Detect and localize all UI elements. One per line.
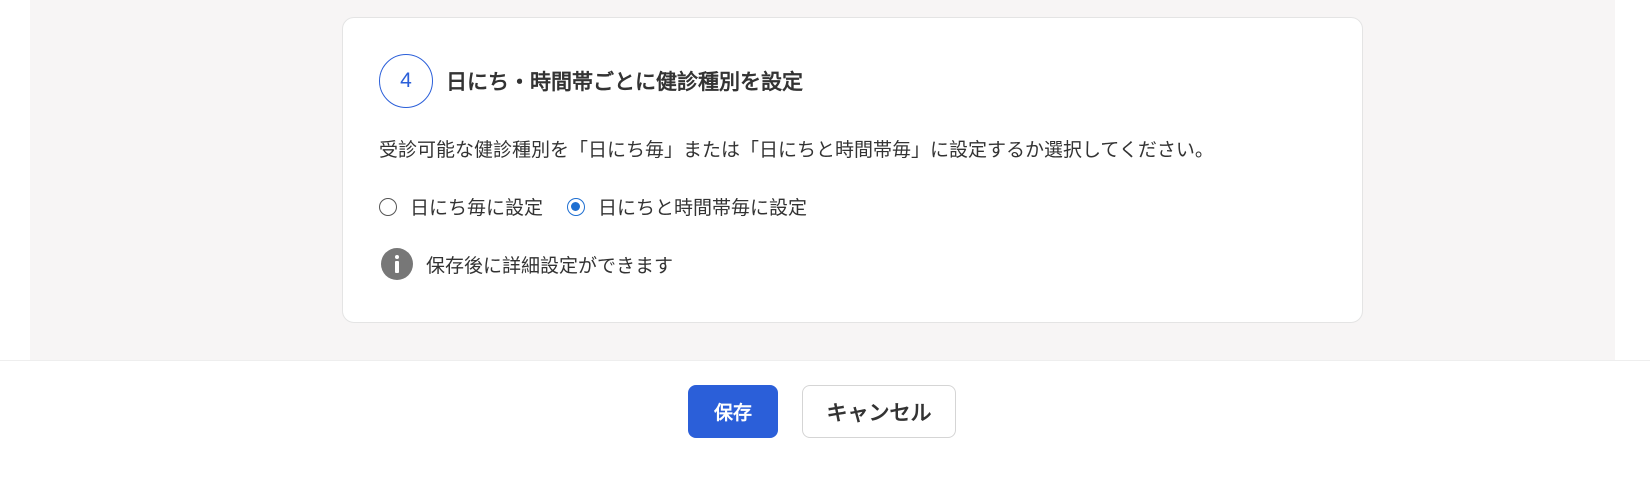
radio-option-per-day-and-time[interactable]: 日にちと時間帯毎に設定 <box>567 193 807 220</box>
exam-type-setting-card: 4 日にち・時間帯ごとに健診種別を設定 受診可能な健診種別を「日にち毎」または「… <box>342 17 1363 323</box>
cancel-button[interactable]: キャンセル <box>802 385 956 438</box>
radio-label-per-day-and-time: 日にちと時間帯毎に設定 <box>598 197 808 219</box>
section-title: 日にち・時間帯ごとに健診種別を設定 <box>446 70 803 94</box>
info-note: 保存後に詳細設定ができます <box>381 248 673 280</box>
info-circle-icon <box>381 248 413 280</box>
settings-page: 4 日にち・時間帯ごとに健診種別を設定 受診可能な健診種別を「日にち毎」または「… <box>0 0 1650 484</box>
radio-label-per-day: 日にち毎に設定 <box>410 197 544 219</box>
footer-actions: 保存 キャンセル <box>688 385 956 438</box>
radio-button-per-day[interactable] <box>379 197 397 216</box>
radio-button-per-day-and-time[interactable] <box>567 197 586 216</box>
setting-mode-radio-group: 日にち毎に設定 日にちと時間帯毎に設定 <box>379 193 831 220</box>
save-button[interactable]: 保存 <box>688 385 778 438</box>
footer-divider <box>0 360 1650 361</box>
info-note-text: 保存後に詳細設定ができます <box>426 254 674 277</box>
step-number-badge: 4 <box>379 54 433 108</box>
section-description: 受診可能な健診種別を「日にち毎」または「日にちと時間帯毎」に設定するか選択してく… <box>379 139 1214 161</box>
content-area: 4 日にち・時間帯ごとに健診種別を設定 受診可能な健診種別を「日にち毎」または「… <box>30 0 1615 360</box>
radio-option-per-day[interactable]: 日にち毎に設定 <box>379 193 543 220</box>
step-header: 4 日にち・時間帯ごとに健診種別を設定 <box>379 54 803 108</box>
